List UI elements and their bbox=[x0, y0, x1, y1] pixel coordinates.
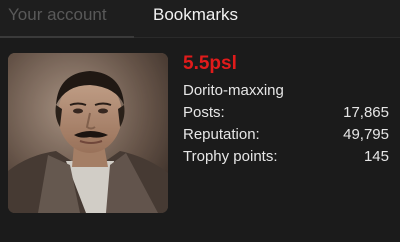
avatar[interactable] bbox=[8, 53, 168, 213]
profile-info: 5.5psl Dorito-maxxing Posts: 17,865 Repu… bbox=[183, 53, 389, 170]
tab-active-indicator bbox=[0, 36, 134, 38]
stat-label: Trophy points: bbox=[183, 148, 278, 165]
stat-row-trophy-points: Trophy points: 145 bbox=[183, 148, 389, 170]
tab-bar: Your account Bookmarks bbox=[0, 0, 400, 38]
tab-bookmarks[interactable]: Bookmarks bbox=[153, 5, 238, 33]
account-panel: 5.5psl Dorito-maxxing Posts: 17,865 Repu… bbox=[0, 39, 400, 242]
stat-value[interactable]: 145 bbox=[364, 148, 389, 170]
stat-row-posts: Posts: 17,865 bbox=[183, 104, 389, 126]
user-title: Dorito-maxxing bbox=[183, 82, 284, 99]
username-link[interactable]: 5.5psl bbox=[183, 53, 389, 77]
tab-your-account[interactable]: Your account bbox=[8, 5, 132, 33]
stat-value: 49,795 bbox=[343, 126, 389, 143]
stat-label: Posts: bbox=[183, 104, 225, 121]
stat-value[interactable]: 17,865 bbox=[343, 104, 389, 126]
stat-row-reputation: Reputation: 49,795 bbox=[183, 126, 389, 148]
stat-label: Reputation: bbox=[183, 126, 260, 143]
